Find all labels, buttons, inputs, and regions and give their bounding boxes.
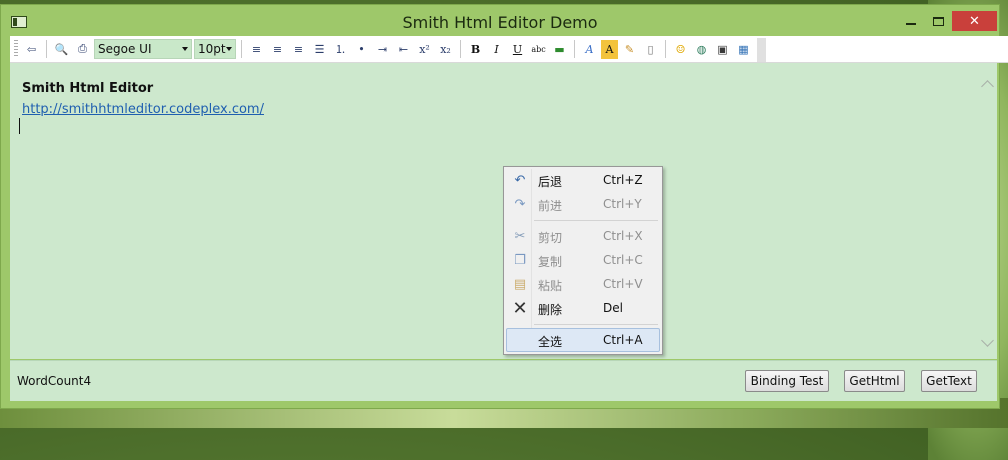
outdent-icon[interactable]: ⇤ [394, 40, 413, 59]
document-icon[interactable]: ▯ [641, 40, 660, 59]
window-title: Smith Html Editor Demo [402, 13, 598, 32]
get-text-button[interactable]: GetText [921, 370, 977, 392]
minimize-button[interactable] [898, 11, 924, 31]
toolbar-separator [241, 40, 242, 58]
status-footer: WordCount4 Binding Test GetHtml GetText [10, 360, 997, 401]
preview-icon[interactable]: ⇦ [22, 40, 41, 59]
align-center-icon[interactable]: ≡ [268, 40, 287, 59]
font-name-value: Segoe UI [98, 42, 152, 56]
font-size-select[interactable]: 10pt [194, 39, 236, 59]
chevron-down-icon [980, 334, 994, 347]
toolbar-grip[interactable] [14, 40, 18, 58]
background-color-icon[interactable]: A [601, 39, 618, 59]
toolbar-separator [46, 40, 47, 58]
bold-icon[interactable]: B [466, 40, 485, 59]
minimize-icon [906, 23, 916, 25]
highlight-icon[interactable]: ▬ [550, 40, 569, 59]
toolbar-separator [460, 40, 461, 58]
menu-item-label: 后退 [538, 175, 563, 189]
menu-item-paste[interactable]: ▤ 粘贴 Ctrl+V [506, 272, 660, 296]
paste-icon: ▤ [513, 277, 527, 292]
align-left-icon[interactable]: ≡ [247, 40, 266, 59]
word-count-label: WordCount4 [17, 374, 92, 388]
menu-item-shortcut: Ctrl+C [603, 253, 643, 267]
chevron-down-icon [182, 47, 188, 51]
menu-item-label: 剪切 [538, 231, 563, 245]
clear-format-icon[interactable]: ✎ [620, 40, 639, 59]
chevron-down-icon [226, 47, 232, 51]
get-html-button[interactable]: GetHtml [844, 370, 905, 392]
hyperlink-icon[interactable]: ◍ [692, 40, 711, 59]
menu-item-select-all[interactable]: 全选 Ctrl+A [506, 328, 660, 352]
menu-item-copy[interactable]: ❐ 复制 Ctrl+C [506, 248, 660, 272]
undo-icon: ↶ [514, 173, 526, 188]
table-icon[interactable]: ▦ [734, 40, 753, 59]
copy-icon: ❐ [514, 253, 526, 268]
font-size-value: 10pt [198, 42, 226, 56]
underline-icon[interactable]: U [508, 40, 527, 59]
menu-item-delete[interactable]: ✕ 删除 Del [506, 296, 660, 320]
menu-item-shortcut: Ctrl+Z [603, 173, 643, 187]
context-menu: ↶ 后退 Ctrl+Z ↷ 前进 Ctrl+Y ✂ 剪切 Ctrl+X ❐ 复制… [503, 166, 663, 355]
menu-item-redo[interactable]: ↷ 前进 Ctrl+Y [506, 192, 660, 216]
emoticon-icon[interactable]: ☺ [671, 40, 690, 59]
binding-test-button[interactable]: Binding Test [745, 370, 829, 392]
delete-icon: ✕ [512, 298, 528, 319]
image-icon[interactable]: ▣ [713, 40, 732, 59]
cut-icon: ✂ [514, 229, 526, 244]
align-right-icon[interactable]: ≡ [289, 40, 308, 59]
subscript-icon[interactable]: x₂ [436, 40, 455, 59]
menu-separator [534, 220, 658, 221]
toolbar-separator [665, 40, 666, 58]
menu-item-label: 全选 [538, 335, 563, 349]
menu-item-undo[interactable]: ↶ 后退 Ctrl+Z [506, 168, 660, 192]
menu-item-shortcut: Ctrl+V [603, 277, 643, 291]
document-heading: Smith Html Editor [22, 81, 154, 96]
menu-item-shortcut: Ctrl+Y [603, 197, 642, 211]
font-color-icon[interactable]: A [580, 40, 599, 59]
menu-item-cut[interactable]: ✂ 剪切 Ctrl+X [506, 224, 660, 248]
toolbar-overflow[interactable] [757, 38, 766, 62]
strikethrough-icon[interactable]: abc [529, 40, 548, 59]
indent-icon[interactable]: ⇥ [373, 40, 392, 59]
menu-separator [534, 324, 658, 325]
menu-item-label: 删除 [538, 303, 563, 317]
justify-icon[interactable]: ☰ [310, 40, 329, 59]
document-link[interactable]: http://smithhtmleditor.codeplex.com/ [22, 102, 264, 117]
scroll-down-button[interactable] [980, 333, 994, 347]
text-caret [19, 118, 20, 134]
menu-item-shortcut: Del [603, 301, 623, 315]
maximize-button[interactable] [925, 11, 951, 31]
scroll-up-button[interactable] [980, 77, 994, 93]
italic-icon[interactable]: I [487, 40, 506, 59]
menu-item-shortcut: Ctrl+A [603, 333, 643, 347]
formatting-toolbar: ⇦ 🔍 ⎙ Segoe UI 10pt ≡ ≡ ≡ ☰ ⒈ • ⇥ ⇤ x² x… [10, 36, 1008, 63]
redo-icon: ↷ [514, 197, 526, 212]
vertical-scrollbar[interactable] [977, 63, 997, 359]
toolbar-separator [574, 40, 575, 58]
chevron-up-icon [980, 80, 994, 93]
menu-item-label: 粘贴 [538, 279, 563, 293]
print-preview-icon[interactable]: 🔍 [52, 40, 71, 59]
menu-item-label: 复制 [538, 255, 563, 269]
menu-item-label: 前进 [538, 199, 563, 213]
font-name-select[interactable]: Segoe UI [94, 39, 192, 59]
menu-item-shortcut: Ctrl+X [603, 229, 643, 243]
close-button[interactable]: ✕ [952, 11, 997, 31]
bullet-list-icon[interactable]: • [352, 40, 371, 59]
close-icon: ✕ [969, 13, 980, 29]
superscript-icon[interactable]: x² [415, 40, 434, 59]
print-icon[interactable]: ⎙ [73, 40, 92, 59]
numbered-list-icon[interactable]: ⒈ [331, 40, 350, 59]
maximize-icon [932, 16, 944, 26]
title-bar[interactable]: Smith Html Editor Demo ✕ [1, 5, 999, 38]
